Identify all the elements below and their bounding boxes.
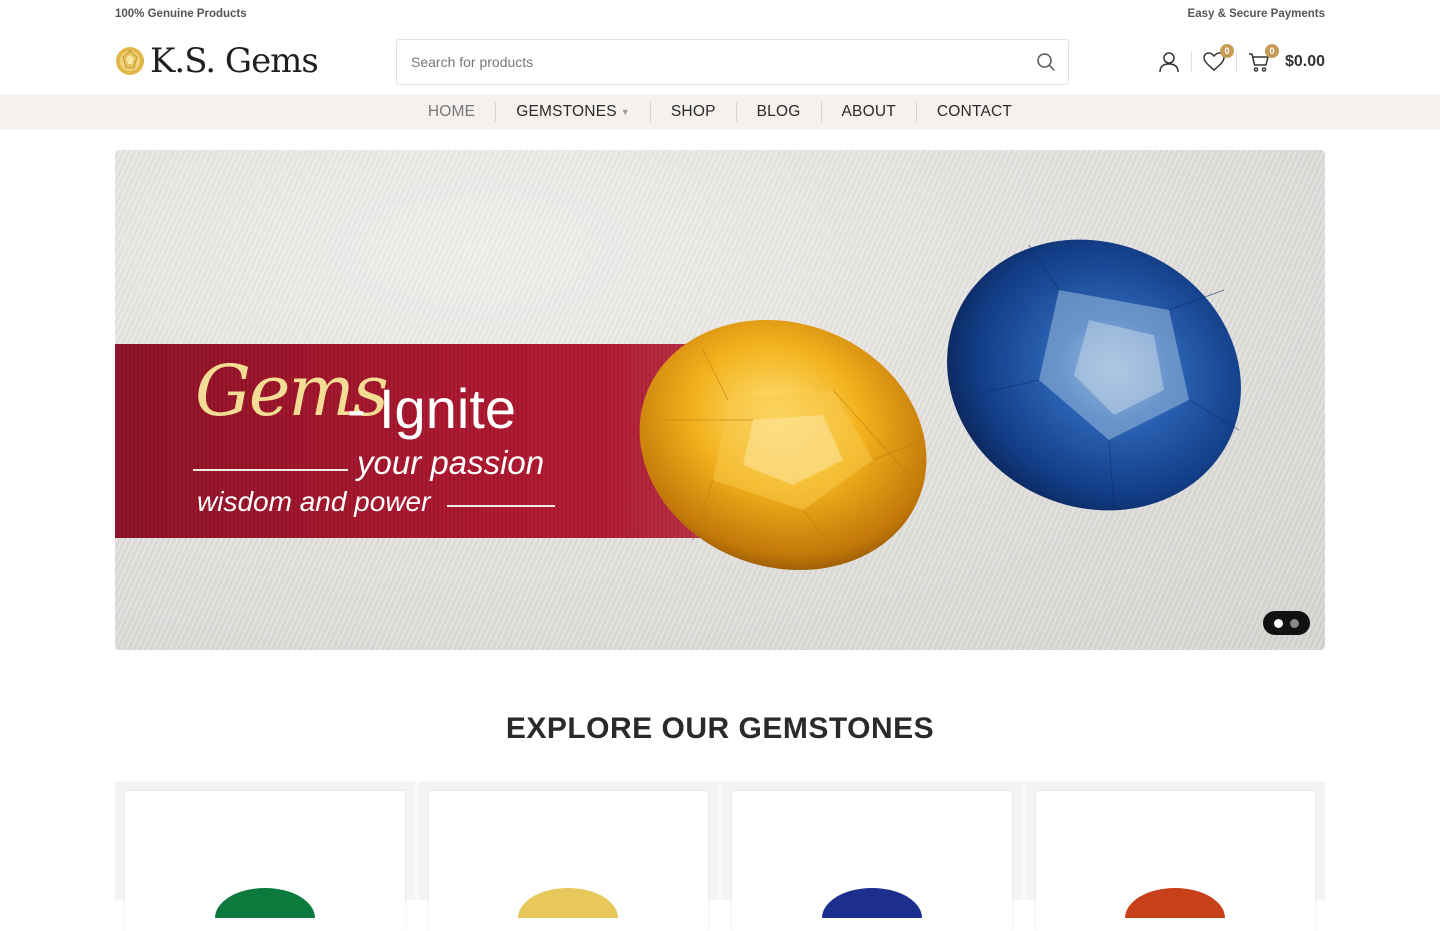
nav-item-contact[interactable]: CONTACT bbox=[917, 102, 1032, 122]
cart-total[interactable]: $0.00 bbox=[1285, 53, 1325, 71]
cart-count-badge: 0 bbox=[1264, 44, 1279, 58]
nav-label: ABOUT bbox=[841, 103, 896, 120]
top-bar: 100% Genuine Products Easy & Secure Paym… bbox=[0, 0, 1440, 30]
header: K.S. Gems 0 0 $0.00 bbox=[0, 30, 1440, 94]
genuine-products-text: 100% Genuine Products bbox=[115, 8, 247, 20]
hero-subtitle-1: your passion bbox=[357, 444, 545, 481]
secure-payments-text: Easy & Secure Payments bbox=[1187, 8, 1325, 20]
nav-item-blog[interactable]: BLOG bbox=[737, 102, 822, 122]
wishlist-button[interactable]: 0 bbox=[1202, 44, 1234, 74]
nav-label: CONTACT bbox=[936, 103, 1013, 120]
slider-pagination bbox=[1263, 611, 1310, 635]
card-cell bbox=[419, 781, 722, 931]
gemstone-card[interactable] bbox=[1035, 791, 1315, 931]
card-cell bbox=[115, 781, 419, 931]
blue-sapphire-thumb bbox=[821, 888, 922, 918]
hero-dash: - bbox=[347, 377, 366, 440]
hero-slider[interactable]: Gems - Ignite your passion wisdom and po… bbox=[115, 150, 1325, 650]
card-cell bbox=[722, 781, 1026, 931]
gemstone-cards bbox=[115, 781, 1326, 931]
nav-label: HOME bbox=[427, 103, 476, 120]
gemstone-card[interactable] bbox=[428, 791, 708, 931]
nav-label: BLOG bbox=[756, 103, 801, 120]
slide-dot-2[interactable] bbox=[1290, 618, 1299, 628]
divider bbox=[1235, 51, 1237, 73]
yellow-sapphire-image bbox=[639, 319, 927, 571]
yellow-sapphire-thumb bbox=[518, 888, 619, 918]
search-bar bbox=[396, 39, 1069, 85]
nav-label: SHOP bbox=[670, 103, 716, 120]
cart-button[interactable]: 0 bbox=[1247, 44, 1279, 74]
decorative-line bbox=[447, 505, 555, 507]
card-cell bbox=[1026, 781, 1326, 931]
search-icon[interactable] bbox=[1036, 52, 1056, 72]
chevron-down-icon: ▼ bbox=[620, 107, 630, 117]
nav-item-gemstones[interactable]: GEMSTONES ▼ bbox=[496, 102, 651, 122]
hero-subtitle-2: wisdom and power bbox=[197, 486, 431, 517]
decorative-line bbox=[193, 469, 348, 471]
user-icon[interactable] bbox=[1157, 50, 1181, 74]
logo-text: K.S. Gems bbox=[150, 41, 319, 81]
blue-sapphire-image bbox=[947, 239, 1241, 511]
gemstone-card[interactable] bbox=[125, 791, 405, 931]
slide-dot-1[interactable] bbox=[1274, 618, 1283, 628]
section-title: EXPLORE OUR GEMSTONES bbox=[505, 712, 935, 745]
red-coral-image bbox=[1125, 888, 1226, 918]
site-logo[interactable]: K.S. Gems bbox=[115, 41, 319, 81]
gem-logo-icon bbox=[116, 47, 144, 75]
nav-item-about[interactable]: ABOUT bbox=[822, 102, 917, 122]
nav-item-shop[interactable]: SHOP bbox=[651, 102, 737, 122]
emerald-image bbox=[214, 888, 315, 918]
nav-label: GEMSTONES bbox=[516, 103, 617, 120]
gemstone-card[interactable] bbox=[732, 791, 1012, 931]
main-nav: HOME GEMSTONES ▼ SHOP BLOG ABOUT CONTACT bbox=[0, 94, 1440, 130]
header-actions: 0 0 $0.00 bbox=[1157, 44, 1325, 76]
search-input[interactable] bbox=[411, 40, 1011, 84]
wishlist-count-badge: 0 bbox=[1219, 44, 1234, 58]
hero-headline: Ignite bbox=[379, 377, 516, 440]
divider bbox=[1190, 51, 1192, 73]
nav-item-home[interactable]: HOME bbox=[408, 102, 497, 122]
